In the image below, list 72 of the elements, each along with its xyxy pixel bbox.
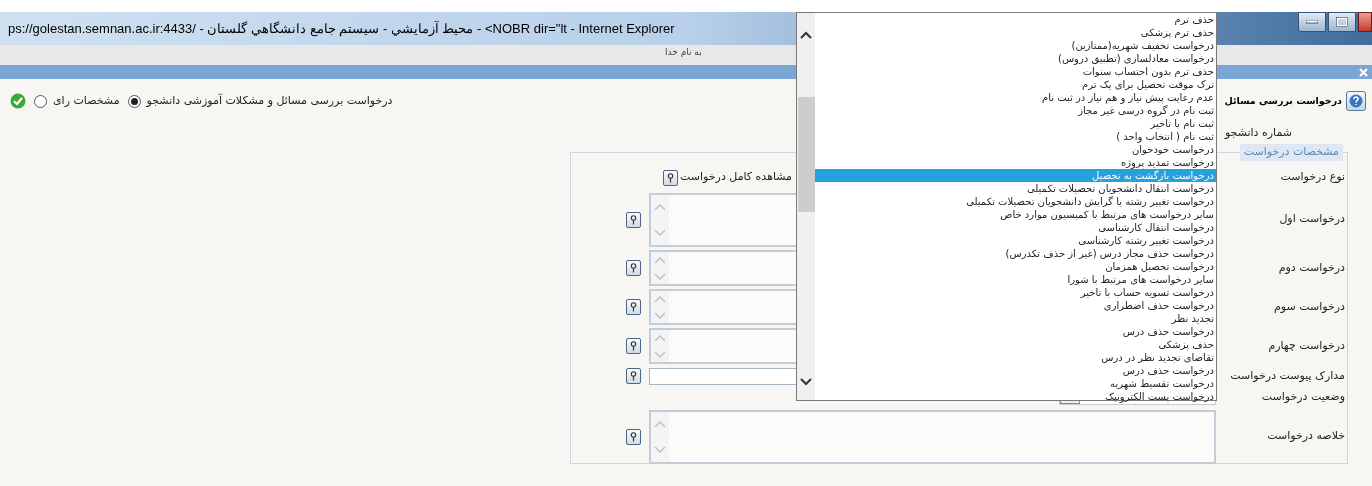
dropdown-option[interactable]: درخواست تغییر رشته یا گرایش دانشجویان تحصیلات تکمیلی bbox=[815, 195, 1216, 208]
scroll-up-icon[interactable] bbox=[800, 31, 812, 39]
scrollbar[interactable] bbox=[797, 13, 815, 400]
maximize-icon bbox=[1336, 17, 1348, 27]
dropdown-option[interactable]: سایر درخواست های مرتبط با شورا bbox=[815, 273, 1216, 286]
field-label: درخواست اول bbox=[1278, 211, 1345, 228]
greeting-text: به نام خدا bbox=[665, 46, 702, 59]
help-button[interactable] bbox=[626, 368, 641, 384]
key-icon bbox=[630, 431, 637, 442]
dropdown-option[interactable]: حذف ترم bbox=[815, 13, 1216, 26]
dropdown-option[interactable]: درخواست تمدید پروژه bbox=[815, 156, 1216, 169]
key-icon bbox=[630, 341, 637, 351]
key-icon bbox=[630, 371, 637, 381]
key-icon bbox=[630, 263, 637, 273]
dropdown-option[interactable]: درخواست حذف درس bbox=[815, 325, 1216, 338]
dropdown-option[interactable]: درخواست خودخوان bbox=[815, 143, 1216, 156]
help-button[interactable] bbox=[626, 211, 641, 228]
maximize-button[interactable] bbox=[1328, 12, 1356, 32]
scroll-down-icon[interactable] bbox=[800, 378, 812, 386]
help-button[interactable] bbox=[626, 299, 641, 315]
field-label: خلاصه درخواست bbox=[1266, 428, 1345, 445]
close-icon[interactable] bbox=[1359, 67, 1368, 77]
field-label: درخواست دوم bbox=[1277, 259, 1345, 276]
dropdown-option[interactable]: ثبت نام ( انتخاب واحد ) bbox=[815, 130, 1216, 143]
dropdown-option[interactable]: سایر درخواست های مرتبط با کمیسیون موارد خاص bbox=[815, 208, 1216, 221]
dropdown-option[interactable]: درخواست حذف درس bbox=[815, 364, 1216, 377]
section-legend: مشخصات درخواست bbox=[1239, 144, 1343, 161]
dropdown-option[interactable]: درخواست تخفیف شهریه(ممتازین) bbox=[815, 39, 1216, 52]
minimize-icon bbox=[1306, 20, 1318, 24]
dropdown-option[interactable]: ترک موقت تحصیل برای یک ترم bbox=[815, 78, 1216, 91]
help-button[interactable] bbox=[626, 428, 641, 445]
full-view-link[interactable]: مشاهده کامل درخواست bbox=[680, 169, 792, 186]
key-icon bbox=[630, 302, 637, 312]
help-icon bbox=[1349, 94, 1363, 108]
dropdown-option[interactable]: حذف پزشکی bbox=[815, 338, 1216, 351]
key-icon bbox=[667, 172, 675, 183]
field-label: مدارک پیوست درخواست bbox=[1229, 367, 1345, 384]
close-button[interactable] bbox=[1358, 12, 1372, 32]
field-label: درخواست چهارم bbox=[1267, 337, 1345, 354]
dropdown-option[interactable]: درخواست تحصیل همزمان bbox=[815, 260, 1216, 273]
field-label: درخواست سوم bbox=[1273, 298, 1345, 315]
dropdown-option[interactable]: درخواست معادلسازی (تطبیق دروس) bbox=[815, 52, 1216, 65]
scroll-thumb[interactable] bbox=[797, 97, 815, 212]
dropdown-option[interactable]: درخواست انتقال کارشناسی bbox=[815, 221, 1216, 234]
dropdown-option[interactable]: درخواست تسویه حساب با تاخیر bbox=[815, 286, 1216, 299]
radio-button[interactable] bbox=[34, 94, 47, 108]
dropdown-option[interactable]: ثبت نام با تاخیر bbox=[815, 117, 1216, 130]
dropdown-option[interactable]: تقاضای تجدید نظر در درس bbox=[815, 351, 1216, 364]
minimize-button[interactable] bbox=[1298, 12, 1326, 32]
form-title: درخواست بررسی مسائل bbox=[1224, 93, 1342, 109]
help-button[interactable] bbox=[626, 260, 641, 276]
dropdown-option[interactable]: عدم رعایت پیش نیاز و هم نیاز در ثبت نام bbox=[815, 91, 1216, 104]
dropdown-option[interactable]: ثبت نام در گروه درسی غیر مجاز bbox=[815, 104, 1216, 117]
dropdown-option[interactable]: درخواست انتقال دانشجویان تحصیلات تکمیلی bbox=[815, 182, 1216, 195]
help-button[interactable] bbox=[626, 338, 641, 354]
dropdown-option[interactable]: درخواست حذف اضطراری bbox=[815, 299, 1216, 312]
window-title: ps://golestan.semnan.ac.ir:4433/ - محيط آزمايشي - سيستم جامع دانشگاهي گلستان - <NOBR dir="lt - Internet Explorer bbox=[7, 19, 675, 39]
dropdown-option[interactable]: درخواست پست الکترونیک bbox=[815, 390, 1216, 403]
dropdown-option[interactable]: درخواست تغییر رشته کارشناسی bbox=[815, 234, 1216, 247]
field-label: وضعیت درخواست bbox=[1260, 388, 1345, 405]
field-label: نوع درخواست bbox=[1279, 169, 1345, 186]
radio-label[interactable]: درخواست بررسی مسائل و مشکلات آموزشی دانشجو bbox=[146, 92, 393, 110]
radio-label[interactable]: مشخصات رای bbox=[53, 92, 120, 110]
key-icon bbox=[630, 214, 637, 225]
help-button[interactable] bbox=[663, 169, 679, 186]
dropdown-option[interactable]: درخواست تقسیط شهریه bbox=[815, 377, 1216, 390]
dropdown-option[interactable]: حذف ترم پزشکی bbox=[815, 26, 1216, 39]
dropdown-option[interactable]: درخواست حذف مجاز درس (غیر از حذف تکدرس) bbox=[815, 247, 1216, 260]
dropdown-option[interactable]: تجدید نظر bbox=[815, 312, 1216, 325]
check-icon[interactable] bbox=[10, 93, 26, 109]
field-label: شماره دانشجو bbox=[1224, 125, 1292, 142]
radio-button[interactable] bbox=[127, 94, 141, 108]
